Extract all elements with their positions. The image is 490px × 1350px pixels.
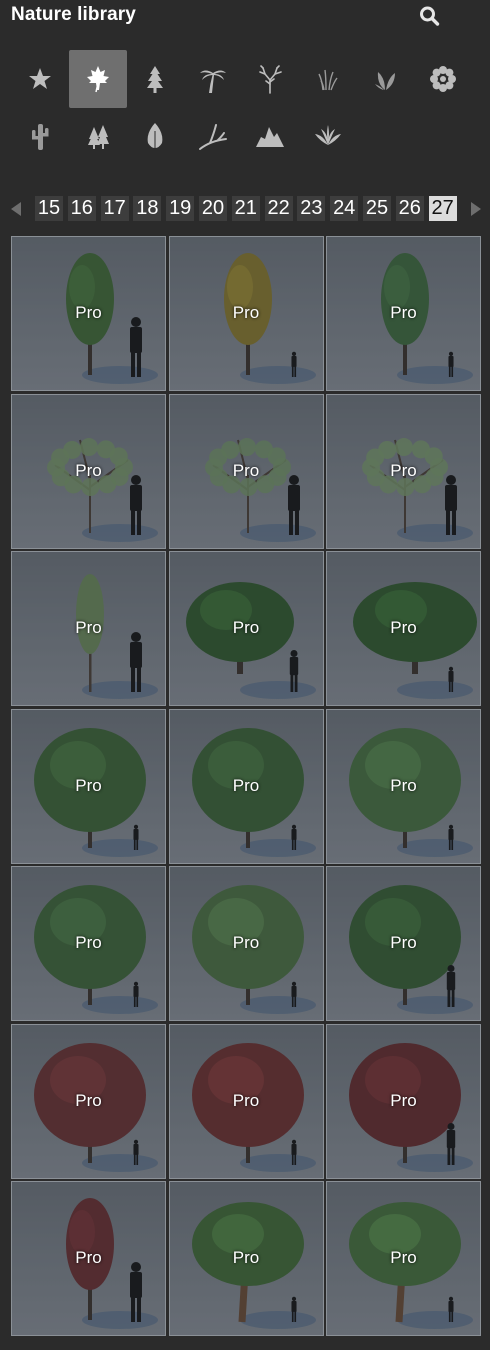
asset-tile[interactable]: Pro [168, 236, 324, 391]
category-conifer[interactable] [126, 50, 184, 108]
page-21-button[interactable]: 21 [231, 196, 260, 221]
pro-badge: Pro [75, 303, 102, 322]
page-15-button[interactable]: 15 [35, 196, 63, 221]
asset-tile[interactable]: Pro [326, 1181, 481, 1336]
page-27-button[interactable]: 27 [428, 196, 457, 221]
pro-badge: Pro [390, 618, 417, 637]
pro-badge: Pro [75, 618, 102, 637]
pro-badge: Pro [75, 1248, 102, 1267]
pro-badge: Pro [390, 933, 417, 952]
category-bare-tree[interactable] [241, 50, 299, 108]
asset-tile[interactable]: Pro [168, 1023, 324, 1179]
pro-badge: Pro [390, 1090, 417, 1110]
pro-badge: Pro [75, 775, 102, 795]
asset-tile[interactable]: Pro [326, 708, 481, 864]
pro-badge: Pro [75, 933, 102, 952]
pro-badge: Pro [232, 460, 260, 480]
asset-tile[interactable]: Pro [11, 236, 166, 391]
palm-tree-icon [199, 70, 226, 93]
asset-tile[interactable]: Pro [11, 866, 166, 1021]
category-forest[interactable] [69, 107, 127, 165]
rocks-icon [256, 127, 284, 147]
fir-tree-icon [147, 66, 163, 93]
asset-tile[interactable]: Pro [11, 393, 166, 549]
asset-tile[interactable]: Pro [168, 551, 324, 706]
fern-icon [314, 125, 341, 145]
asset-tile[interactable]: Pro [326, 1023, 481, 1179]
branch-icon [198, 124, 227, 150]
page-24-button[interactable]: 24 [330, 196, 359, 221]
header: Nature library [0, 0, 490, 34]
category-favorites[interactable] [11, 50, 69, 108]
pro-badge: Pro [75, 1090, 102, 1110]
leaf-icon [147, 123, 163, 150]
asset-tile[interactable]: Pro [11, 551, 166, 706]
pro-badge: Pro [232, 303, 260, 322]
page-16-button[interactable]: 16 [67, 196, 96, 221]
page-23-button[interactable]: 23 [297, 196, 326, 221]
page-18-button[interactable]: 18 [133, 196, 162, 221]
category-plants[interactable] [356, 50, 414, 108]
panel-title: Nature library [11, 4, 136, 25]
asset-tile[interactable]: Pro [326, 236, 481, 391]
category-deciduous-leaf[interactable] [68, 50, 127, 108]
category-branch[interactable] [184, 107, 242, 165]
pagination: 15 16 17 18 19 20 21 22 23 24 25 26 27 [0, 195, 490, 223]
asset-tile[interactable]: Pro [326, 551, 481, 706]
pro-badge: Pro [75, 460, 102, 480]
asset-tile[interactable]: Pro [326, 866, 481, 1021]
pro-badge: Pro [390, 303, 417, 322]
maple-leaf-icon [86, 66, 109, 93]
asset-tile[interactable]: Pro [326, 393, 481, 549]
bare-tree-icon [259, 65, 282, 94]
page-19-button[interactable]: 19 [166, 196, 195, 221]
asset-tile[interactable]: Pro [11, 708, 166, 864]
pro-badge: Pro [390, 775, 417, 795]
category-leaf[interactable] [126, 107, 184, 165]
page-22-button[interactable]: 22 [264, 196, 293, 221]
category-rocks[interactable] [241, 107, 299, 165]
page-20-button[interactable]: 20 [199, 196, 227, 221]
pro-badge: Pro [232, 775, 260, 795]
asset-tile[interactable]: Pro [168, 1181, 324, 1336]
asset-tile[interactable]: Pro [11, 1181, 166, 1336]
grass-icon [317, 69, 338, 91]
category-palm[interactable] [184, 50, 242, 108]
pro-badge: Pro [390, 460, 417, 480]
leafy-plant-icon [375, 72, 395, 90]
asset-tile[interactable]: Pro [11, 1023, 166, 1179]
chevron-right-icon[interactable] [467, 199, 485, 219]
asset-tile[interactable]: Pro [168, 708, 324, 864]
star-icon [29, 68, 51, 89]
cactus-icon [32, 124, 49, 150]
page-25-button[interactable]: 25 [363, 196, 391, 221]
pro-badge: Pro [232, 933, 260, 952]
category-cactus[interactable] [11, 107, 69, 165]
pro-badge: Pro [232, 618, 260, 637]
category-fern[interactable] [299, 107, 357, 165]
category-grass[interactable] [299, 50, 357, 108]
search-icon[interactable] [418, 5, 442, 27]
page-26-button[interactable]: 26 [395, 196, 424, 221]
asset-tile[interactable]: Pro [168, 866, 324, 1021]
pine-group-icon [87, 125, 109, 149]
pro-badge: Pro [232, 1090, 260, 1110]
pro-badge: Pro [232, 1248, 260, 1267]
pro-badge: Pro [390, 1248, 417, 1267]
asset-tile[interactable]: Pro [168, 393, 324, 549]
chevron-left-icon[interactable] [7, 199, 25, 219]
category-flowers[interactable] [414, 50, 472, 108]
flower-icon [429, 66, 456, 92]
page-17-button[interactable]: 17 [100, 196, 129, 221]
